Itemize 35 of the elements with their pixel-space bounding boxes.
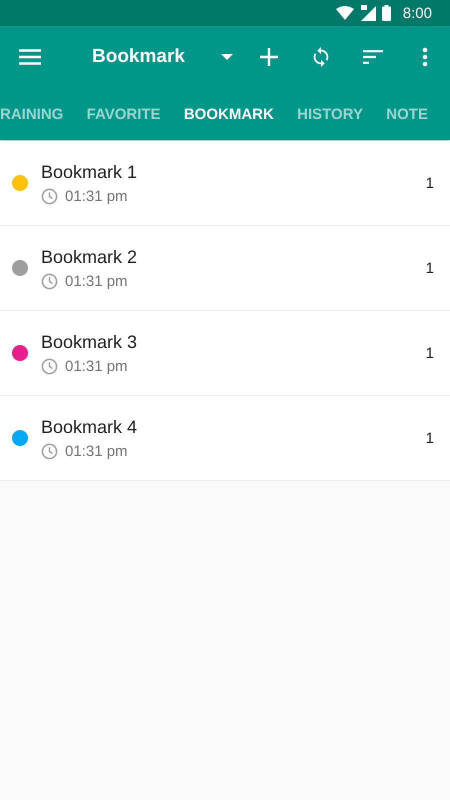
bookmark-time: 01:31 pm <box>65 188 128 204</box>
bookmark-count: 1 <box>426 174 434 192</box>
more-icon <box>422 47 428 67</box>
clock-icon <box>41 188 58 204</box>
tab[interactable]: NOTE <box>386 88 428 140</box>
bookmark-name: Bookmark 3 <box>41 332 138 352</box>
bookmark-item[interactable]: Bookmark 1 01:31 pm 1 <box>0 141 450 226</box>
tab[interactable]: HISTORY <box>297 88 363 140</box>
menu-icon <box>19 49 41 65</box>
bookmark-name: Bookmark 2 <box>41 246 138 268</box>
bookmark-count: 1 <box>426 260 434 276</box>
sort-icon <box>362 50 383 64</box>
wifi-icon <box>336 6 354 20</box>
bookmark-name: Bookmark 4 <box>41 416 138 438</box>
bookmark-time: 01:31 pm <box>65 358 128 374</box>
bookmark-item[interactable]: Bookmark 4 01:31 pm 1 <box>0 396 450 481</box>
bookmark-count: 1 <box>426 344 434 362</box>
tab[interactable]: BOOKMARK <box>184 88 274 140</box>
bookmark-item[interactable]: Bookmark 3 01:31 pm 1 <box>0 311 450 396</box>
caret-icon <box>220 54 233 60</box>
bookmark-item[interactable]: Bookmark 2 01:31 pm 1 <box>0 226 450 311</box>
bookmark-name: Bookmark 1 <box>41 162 138 182</box>
tab[interactable]: RAINING <box>0 88 64 140</box>
plus-icon <box>260 48 278 66</box>
clock-icon <box>41 358 58 374</box>
bookmark-count: 1 <box>426 430 434 446</box>
bookmark-time: 01:31 pm <box>65 272 128 290</box>
bookmark-time: 01:31 pm <box>65 442 128 460</box>
signal-icon <box>360 5 376 21</box>
battery-icon <box>382 5 391 21</box>
clock-icon <box>41 442 58 460</box>
clock-icon <box>41 272 58 290</box>
title-dropdown[interactable]: Bookmark <box>92 35 233 79</box>
tab[interactable]: FAVORITE <box>86 88 161 140</box>
status-time: 8:00 <box>402 4 432 22</box>
